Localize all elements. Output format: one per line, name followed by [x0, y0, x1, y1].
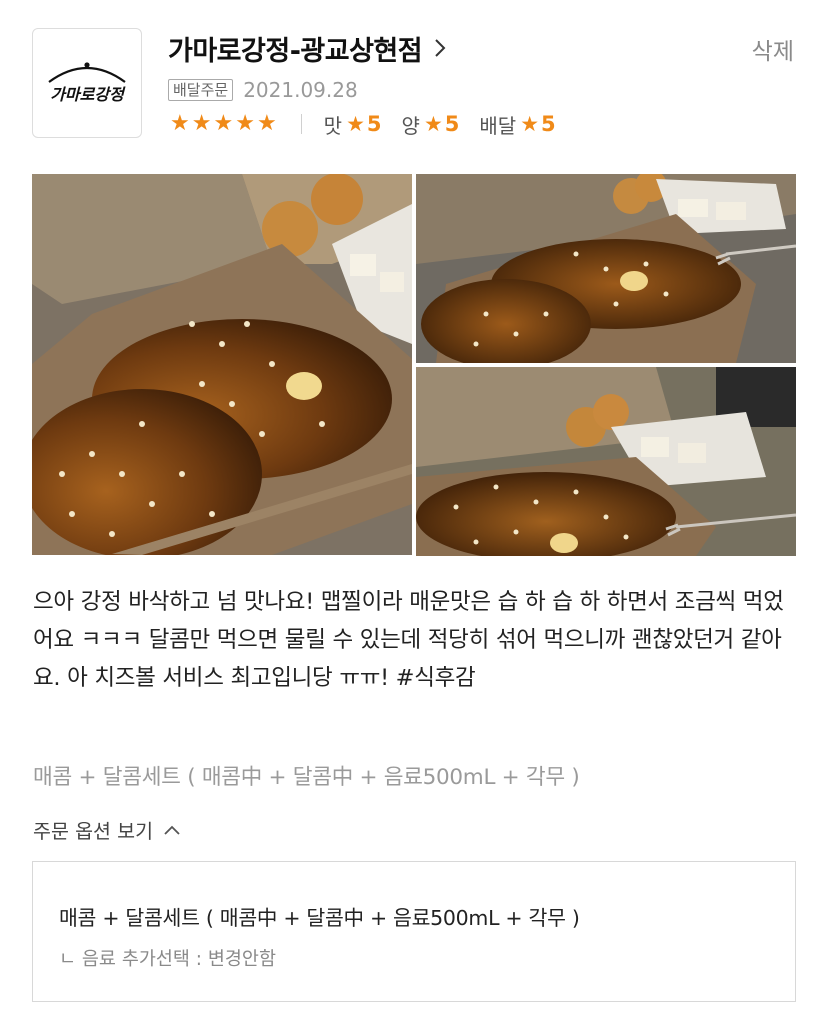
store-name-link[interactable]: 가마로강정-광교상현점 [168, 28, 452, 68]
star-icon: ★ [235, 111, 255, 136]
store-logo[interactable]: 가마로강정 [32, 28, 142, 138]
chevron-right-icon [435, 39, 446, 57]
sub-rating-delivery: 배달 ★ 5 [479, 110, 555, 139]
store-logo-mark: 가마로강정 [48, 62, 126, 104]
food-photo-image [416, 174, 796, 363]
food-photo-image [32, 174, 412, 555]
overall-rating-stars: ★ ★ ★ ★ ★ [170, 111, 277, 137]
review-text: 으아 강정 바삭하고 넘 맛나요! 맵찔이라 매운맛은 습 하 습 하 하면서 … [33, 589, 784, 691]
order-option-sub: ㄴ 음료 추가선택 : 변경안함 [59, 949, 276, 970]
star-icon: ★ [170, 111, 190, 136]
star-icon: ★ [423, 112, 443, 136]
sub-rating-quantity: 양 ★ 5 [402, 110, 460, 139]
order-meta: 배달주문 2021.09.28 [168, 78, 358, 102]
star-icon: ★ [256, 111, 277, 136]
food-photo-image [416, 367, 796, 556]
rating-divider [300, 114, 302, 134]
sub-rating-value: 5 [541, 112, 556, 136]
order-type-badge: 배달주문 [168, 79, 234, 101]
ordered-menu-summary: 매콤 + 달콤세트 ( 매콤中 + 달콤中 + 음료500mL + 각무 ) [33, 765, 580, 790]
order-option-main: 매콤 + 달콤세트 ( 매콤中 + 달콤中 + 음료500mL + 각무 ) [59, 906, 580, 930]
star-icon: ★ [191, 111, 212, 136]
review-photo-2[interactable] [416, 174, 796, 363]
order-options-toggle-label: 주문 옵션 보기 [33, 820, 154, 843]
sub-rating-label: 배달 [479, 113, 517, 138]
order-options-toggle[interactable]: 주문 옵션 보기 [33, 815, 181, 844]
order-date: 2021.09.28 [243, 78, 358, 102]
rating-row: ★ ★ ★ ★ ★ 맛 ★ 5 양 ★ 5 배달 ★ 5 [170, 110, 576, 138]
star-icon: ★ [346, 112, 365, 136]
store-name: 가마로강정-광교상현점 [168, 35, 423, 67]
delete-button[interactable]: 삭제 [752, 32, 794, 66]
star-icon: ★ [213, 111, 234, 136]
star-icon: ★ [520, 112, 540, 136]
sub-rating-value: 5 [366, 112, 382, 136]
sub-rating-value: 5 [444, 112, 460, 136]
store-logo-text: 가마로강정 [50, 85, 126, 104]
sub-rating-taste: 맛 ★ 5 [324, 110, 382, 139]
order-options-panel: 매콤 + 달콤세트 ( 매콤中 + 달콤中 + 음료500mL + 각무 ) ㄴ… [32, 861, 796, 1002]
chevron-up-icon [164, 825, 180, 835]
review-photo-3[interactable] [416, 367, 796, 556]
sub-rating-label: 양 [401, 113, 420, 138]
review-photo-1[interactable] [32, 174, 412, 555]
sub-rating-label: 맛 [323, 113, 343, 138]
